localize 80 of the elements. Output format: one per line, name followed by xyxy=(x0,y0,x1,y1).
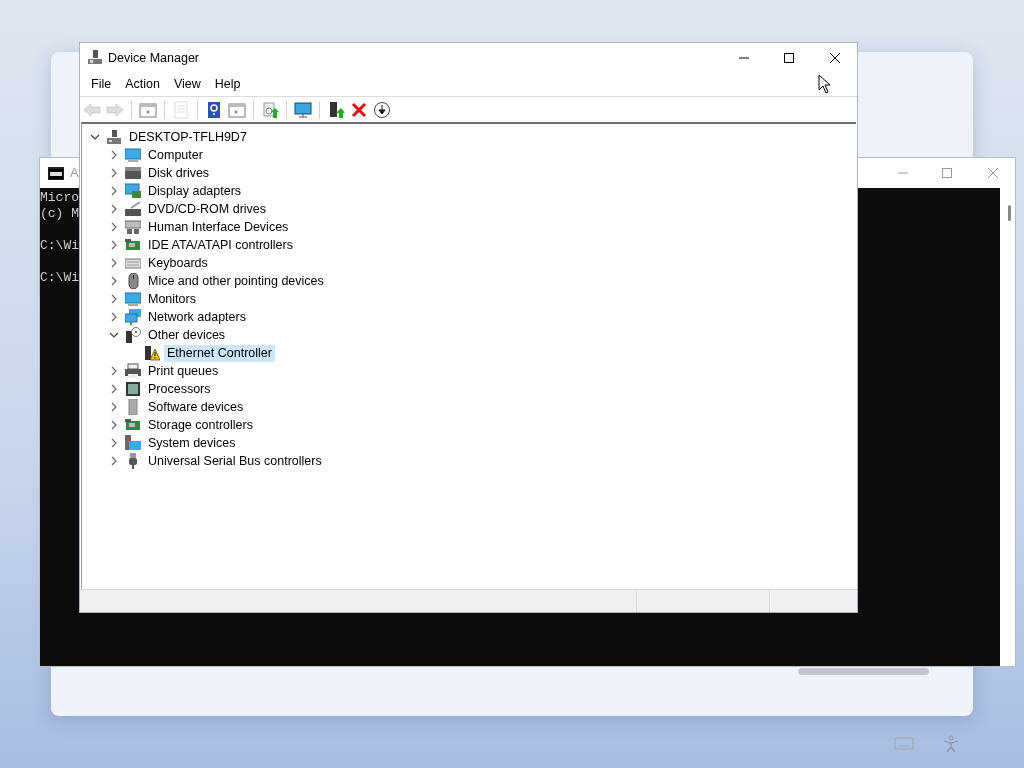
monitor-icon xyxy=(125,291,141,307)
expand-chevron-icon[interactable] xyxy=(109,420,119,430)
menu-item[interactable]: View xyxy=(166,75,208,94)
tree-item[interactable]: Processors xyxy=(145,380,214,398)
console-line: Micro xyxy=(40,190,79,206)
display-adapter-icon xyxy=(125,183,141,199)
close-icon xyxy=(830,53,840,63)
network-icon xyxy=(125,309,141,325)
computer-icon xyxy=(88,50,102,66)
expand-chevron-icon[interactable] xyxy=(109,456,119,466)
unknown-device-icon xyxy=(125,327,141,343)
expand-chevron-icon[interactable] xyxy=(109,168,119,178)
expand-chevron-icon[interactable] xyxy=(109,312,119,322)
expand-chevron-icon[interactable] xyxy=(109,150,119,160)
terminal-icon xyxy=(48,166,64,180)
tree-item[interactable]: Display adapters xyxy=(145,182,245,200)
warning-device-icon xyxy=(144,345,160,361)
menu-item[interactable]: Help xyxy=(207,75,248,94)
window-title: A xyxy=(70,164,79,183)
expand-chevron-icon[interactable] xyxy=(109,384,119,394)
maximize-icon xyxy=(942,168,952,178)
expand-chevron-icon[interactable] xyxy=(109,222,119,232)
tree-item[interactable]: Disk drives xyxy=(145,164,213,182)
tree-item[interactable]: DVD/CD-ROM drives xyxy=(145,200,270,218)
tree-item[interactable]: Storage controllers xyxy=(145,416,256,434)
computer-icon xyxy=(106,129,122,145)
tree-item[interactable]: Other devices xyxy=(145,326,229,344)
expand-chevron-icon[interactable] xyxy=(109,294,119,304)
tree-item[interactable]: Ethernet Controller xyxy=(164,344,275,362)
collapse-chevron-icon[interactable] xyxy=(109,330,119,340)
collapse-chevron-icon[interactable] xyxy=(90,132,100,142)
processor-icon xyxy=(125,381,141,397)
expand-chevron-icon[interactable] xyxy=(109,258,119,268)
tree-item[interactable]: IDE ATA/ATAPI controllers xyxy=(145,236,296,254)
tree-item[interactable]: System devices xyxy=(145,434,239,452)
update-icon[interactable] xyxy=(327,100,345,119)
input-device-icon xyxy=(125,219,141,235)
expand-chevron-icon[interactable] xyxy=(109,366,119,376)
menu-item[interactable]: File xyxy=(84,75,119,94)
console-line: C:\Wi xyxy=(40,270,79,286)
maximize-icon xyxy=(784,53,794,63)
controller-icon xyxy=(125,237,141,253)
tree-item[interactable]: Human Interface Devices xyxy=(145,218,292,236)
console-line: (c) M xyxy=(40,206,79,222)
system-device-icon xyxy=(125,435,141,451)
tree-item[interactable]: Monitors xyxy=(145,290,199,308)
monitor-icon[interactable] xyxy=(294,100,312,119)
tree-item[interactable]: Keyboards xyxy=(145,254,211,272)
expand-chevron-icon[interactable] xyxy=(109,240,119,250)
expand-chevron-icon[interactable] xyxy=(109,438,119,448)
minimize-icon xyxy=(739,57,749,59)
tree-item[interactable]: Network adapters xyxy=(145,308,249,326)
disk-drive-icon xyxy=(125,165,141,181)
tree-item[interactable]: Print queues xyxy=(145,362,222,380)
download-icon[interactable] xyxy=(373,100,391,119)
minimize-icon xyxy=(898,172,908,174)
delete-icon[interactable] xyxy=(350,100,368,119)
tree-item[interactable]: Computer xyxy=(145,146,206,164)
tree-item[interactable]: Software devices xyxy=(145,398,247,416)
close-icon xyxy=(988,168,998,178)
controller-icon xyxy=(125,417,141,433)
expand-chevron-icon[interactable] xyxy=(109,186,119,196)
scroll-thumb[interactable] xyxy=(1008,205,1011,221)
tree-item[interactable]: DESKTOP-TFLH9D7 xyxy=(126,128,250,146)
monitor-icon xyxy=(125,147,141,163)
expand-chevron-icon[interactable] xyxy=(109,402,119,412)
expand-chevron-icon[interactable] xyxy=(109,276,119,286)
tree-item[interactable]: Mice and other pointing devices xyxy=(145,272,327,290)
expand-chevron-icon[interactable] xyxy=(109,204,119,214)
window-title: Device Manager xyxy=(108,49,199,67)
scan-icon[interactable] xyxy=(261,100,279,119)
software-device-icon xyxy=(125,399,141,415)
tree-item[interactable]: Universal Serial Bus controllers xyxy=(145,452,325,470)
optical-drive-icon xyxy=(125,201,141,217)
printer-icon xyxy=(125,363,141,379)
console-line: C:\Wi xyxy=(40,238,79,254)
menu-item[interactable]: Action xyxy=(118,75,167,94)
mouse-icon xyxy=(125,273,141,289)
keyboard-icon xyxy=(125,255,141,271)
cursor-icon xyxy=(818,74,832,94)
